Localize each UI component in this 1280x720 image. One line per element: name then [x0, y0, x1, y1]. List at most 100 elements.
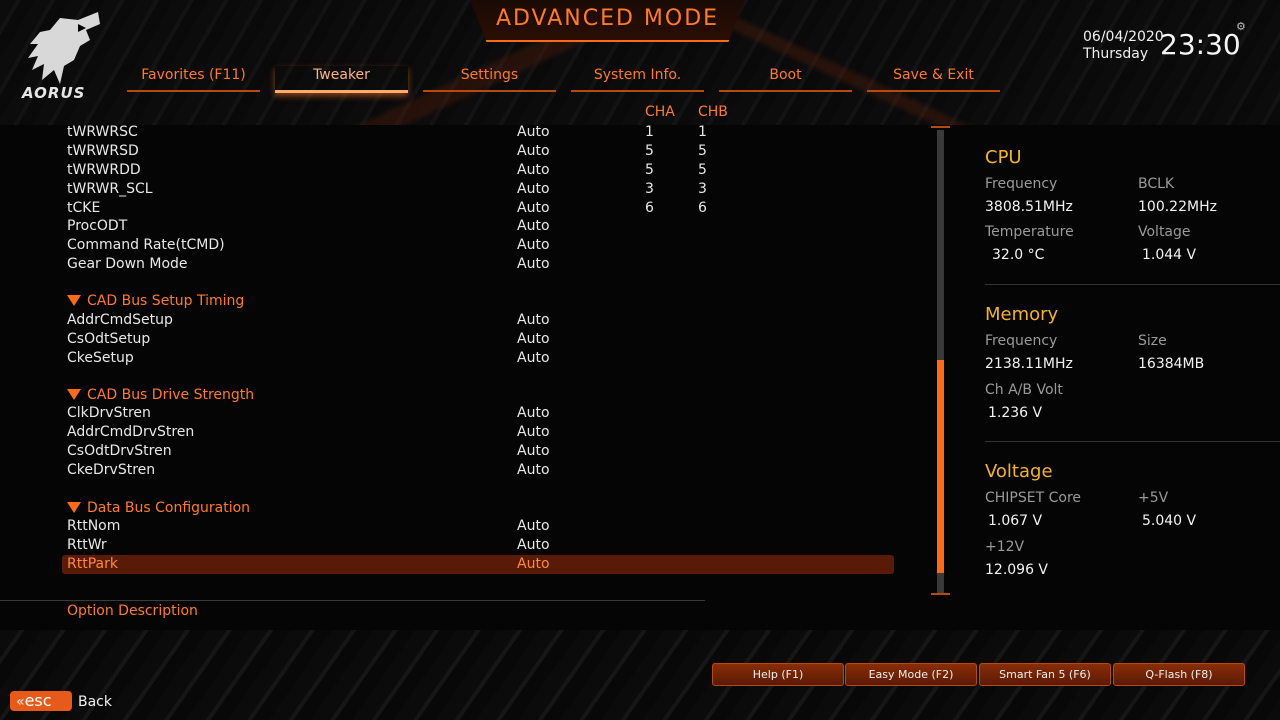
setting-label: RttWr — [67, 537, 107, 553]
memory-size-label: Size — [1138, 333, 1167, 349]
setting-value: Auto — [517, 537, 550, 553]
setting-row-twrwr-scl[interactable]: tWRWR_SCL Auto 3 3 — [67, 181, 707, 200]
setting-value: Auto — [517, 200, 550, 216]
tab-save-exit[interactable]: Save & Exit — [867, 66, 1000, 92]
chb-value: 5 — [698, 143, 707, 159]
chb-value: 6 — [698, 200, 707, 216]
tab-boot[interactable]: Boot — [719, 66, 852, 92]
esc-button[interactable]: «esc — [10, 691, 72, 711]
brand-logo-text: AORUS — [22, 84, 86, 102]
setting-value: Auto — [517, 143, 550, 159]
chipset-core-value: 1.067 V — [988, 513, 1043, 529]
section-triangle-icon — [67, 389, 81, 400]
cpu-frequency-label: Frequency — [985, 176, 1058, 192]
cpu-temperature-label: Temperature — [985, 224, 1074, 240]
setting-label: CsOdtSetup — [67, 331, 151, 347]
cha-value: 5 — [645, 162, 654, 178]
setting-value: Auto — [517, 518, 550, 534]
setting-row-ckesetup[interactable]: CkeSetup Auto — [67, 350, 550, 369]
tab-system-info[interactable]: System Info. — [571, 66, 704, 92]
setting-row-rttwr[interactable]: RttWr Auto — [67, 537, 550, 556]
setting-value: Auto — [517, 443, 550, 459]
panel-separator — [985, 284, 1280, 285]
setting-value: Auto — [517, 124, 550, 140]
setting-row-clkdrvstren[interactable]: ClkDrvStren Auto — [67, 405, 550, 424]
memory-volt-label: Ch A/B Volt — [985, 382, 1063, 398]
scrollbar-thumb[interactable] — [937, 360, 944, 573]
setting-row-addrcmdsetup[interactable]: AddrCmdSetup Auto — [67, 312, 550, 331]
setting-value: Auto — [517, 350, 550, 366]
setting-value: Auto — [517, 312, 550, 328]
setting-label: AddrCmdDrvStren — [67, 424, 195, 440]
setting-row-twrwrdd[interactable]: tWRWRDD Auto 5 5 — [67, 162, 707, 181]
selection-highlight — [62, 555, 894, 574]
column-header-cha: CHA — [645, 104, 675, 120]
cpu-voltage-label: Voltage — [1138, 224, 1191, 240]
tab-bar: Favorites (F11) Tweaker Settings System … — [127, 66, 1002, 93]
cpu-voltage-value: 1.044 V — [1142, 247, 1197, 263]
setting-value: Auto — [517, 424, 550, 440]
setting-row-csodtsetup[interactable]: CsOdtSetup Auto — [67, 331, 550, 350]
tab-favorites[interactable]: Favorites (F11) — [127, 66, 260, 92]
setting-label: Command Rate(tCMD) — [67, 237, 225, 253]
section-title: CAD Bus Drive Strength — [87, 387, 255, 403]
day-display: Thursday — [1083, 46, 1149, 62]
section-header-cad-bus-setup-timing[interactable]: CAD Bus Setup Timing — [67, 293, 244, 309]
cha-value: 5 — [645, 143, 654, 159]
section-triangle-icon — [67, 502, 81, 513]
setting-value: Auto — [517, 237, 550, 253]
cpu-frequency-value: 3808.51MHz — [985, 199, 1073, 215]
tab-tweaker[interactable]: Tweaker — [275, 66, 408, 93]
setting-value: Auto — [517, 331, 550, 347]
memory-frequency-value: 2138.11MHz — [985, 356, 1073, 372]
setting-row-ckedrvstren[interactable]: CkeDrvStren Auto — [67, 462, 550, 481]
setting-label: tWRWR_SCL — [67, 181, 153, 197]
setting-row-command-rate[interactable]: Command Rate(tCMD) Auto — [67, 237, 550, 256]
chb-value: 1 — [698, 124, 707, 140]
smart-fan-button[interactable]: Smart Fan 5 (F6) — [979, 663, 1111, 686]
plus-12v-value: 12.096 V — [985, 562, 1049, 578]
setting-label: RttPark — [67, 556, 118, 572]
setting-row-tcke[interactable]: tCKE Auto 6 6 — [67, 200, 707, 219]
setting-row-csodtdrvstren[interactable]: CsOdtDrvStren Auto — [67, 443, 550, 462]
gear-icon[interactable]: ⚙ — [1236, 20, 1246, 33]
qflash-button[interactable]: Q-Flash (F8) — [1113, 663, 1245, 686]
chb-value: 5 — [698, 162, 707, 178]
easy-mode-button[interactable]: Easy Mode (F2) — [845, 663, 977, 686]
setting-row-procodt[interactable]: ProcODT Auto — [67, 218, 550, 237]
scrollbar-cap-bottom — [931, 593, 950, 595]
setting-value: Auto — [517, 256, 550, 272]
section-title: CAD Bus Setup Timing — [87, 293, 245, 309]
setting-value: Auto — [517, 462, 550, 478]
scrollbar-cap-top — [931, 126, 950, 128]
cha-value: 3 — [645, 181, 654, 197]
back-label: Back — [78, 694, 112, 710]
tab-settings[interactable]: Settings — [423, 66, 556, 92]
section-header-data-bus-configuration[interactable]: Data Bus Configuration — [67, 500, 250, 516]
setting-label: tWRWRDD — [67, 162, 141, 178]
setting-row-twrwrsc[interactable]: tWRWRSC Auto 1 1 — [67, 124, 707, 143]
setting-value: Auto — [517, 218, 550, 234]
memory-volt-value: 1.236 V — [988, 405, 1043, 421]
option-description-label: Option Description — [67, 603, 198, 619]
cpu-temperature-value: 32.0 °C — [992, 247, 1045, 263]
setting-label: ClkDrvStren — [67, 405, 151, 421]
cpu-panel-title: CPU — [985, 147, 1022, 168]
setting-row-rttpark[interactable]: RttPark Auto — [67, 556, 550, 575]
help-button[interactable]: Help (F1) — [712, 663, 844, 686]
setting-row-gear-down-mode[interactable]: Gear Down Mode Auto — [67, 256, 550, 275]
setting-label: CkeSetup — [67, 350, 134, 366]
setting-row-twrwrsd[interactable]: tWRWRSD Auto 5 5 — [67, 143, 707, 162]
setting-row-addrcmddrvstren[interactable]: AddrCmdDrvStren Auto — [67, 424, 550, 443]
date-display: 06/04/2020 — [1083, 29, 1164, 45]
setting-value: Auto — [517, 181, 550, 197]
plus-5v-value: 5.040 V — [1142, 513, 1197, 529]
setting-row-rttnom[interactable]: RttNom Auto — [67, 518, 550, 537]
plus-5v-label: +5V — [1138, 490, 1169, 506]
panel-separator — [985, 441, 1280, 442]
setting-label: ProcODT — [67, 218, 128, 234]
section-title: Data Bus Configuration — [87, 500, 251, 516]
description-divider — [0, 600, 705, 601]
cpu-bclk-label: BCLK — [1138, 176, 1175, 192]
section-header-cad-bus-drive-strength[interactable]: CAD Bus Drive Strength — [67, 387, 254, 403]
